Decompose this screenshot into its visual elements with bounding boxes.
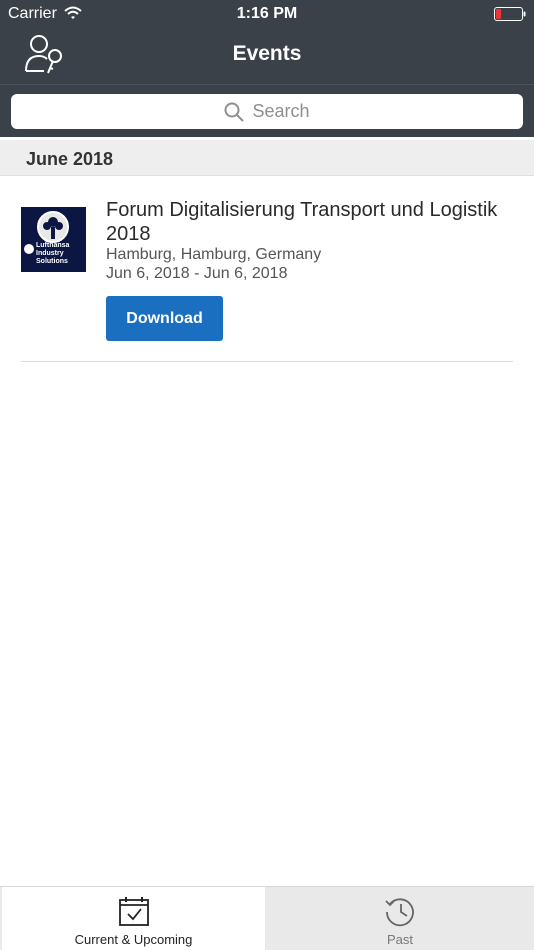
status-bar: Carrier 1:16 PM — [0, 0, 534, 28]
event-dates: Jun 6, 2018 - Jun 6, 2018 — [106, 265, 288, 282]
event-logo: Lufthansa Industry Solutions — [21, 207, 86, 272]
search-container: Search — [0, 84, 534, 137]
search-icon — [224, 102, 244, 121]
tree-icon — [43, 217, 63, 239]
event-name: Forum Digitalisierung Transport und Logi… — [106, 199, 498, 245]
tab-past[interactable]: Past — [266, 887, 534, 950]
page-title: Events — [232, 42, 302, 65]
clock-label: 1:16 PM — [236, 5, 298, 22]
section-header-label: June 2018 — [26, 149, 114, 169]
history-clock-icon — [385, 898, 414, 927]
tab-past-label: Past — [386, 932, 413, 947]
battery-icon — [494, 7, 526, 21]
search-input[interactable]: Search — [11, 94, 523, 129]
event-location: Hamburg, Hamburg, Germany — [106, 246, 322, 263]
event-list-item[interactable]: Lufthansa Industry Solutions Forum Digit… — [0, 176, 534, 362]
navigation-bar: Events — [0, 28, 534, 82]
top-bar: Carrier 1:16 PM Events Search — [0, 0, 534, 137]
calendar-check-icon — [119, 897, 149, 926]
tab-current-upcoming-label: Current & Upcoming — [74, 932, 193, 947]
lufthansa-crane-icon — [24, 244, 34, 254]
logo-brand-text: Lufthansa Industry Solutions — [36, 242, 70, 265]
section-header: June 2018 — [0, 140, 534, 176]
search-placeholder: Search — [252, 101, 310, 121]
download-button[interactable]: Download — [106, 296, 223, 341]
logo-emblem — [37, 211, 69, 243]
tab-bar: Current & Upcoming Past — [0, 886, 534, 950]
row-divider — [21, 361, 513, 362]
tab-current-upcoming[interactable]: Current & Upcoming — [2, 887, 265, 950]
